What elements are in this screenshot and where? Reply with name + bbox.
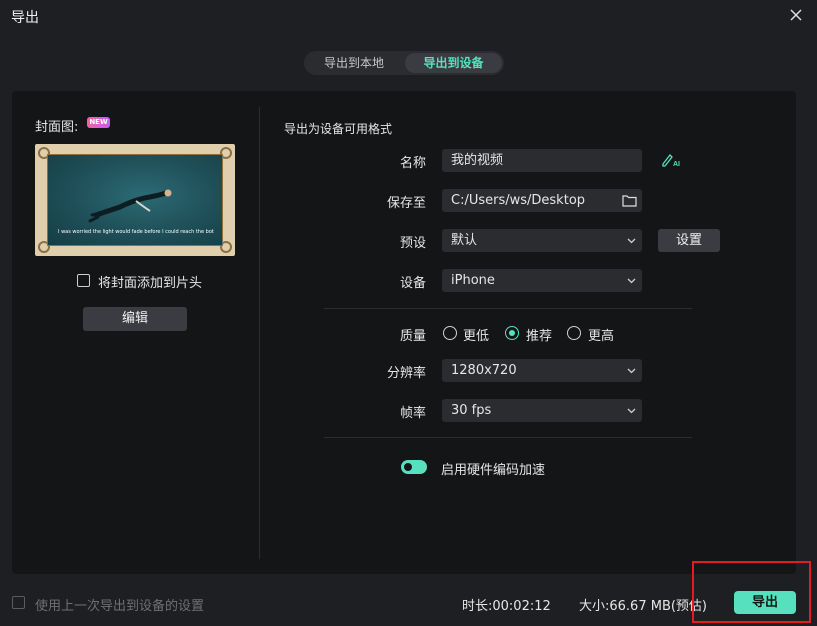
chevron-down-icon	[627, 238, 636, 244]
device-select[interactable]: iPhone	[442, 269, 642, 292]
save-path-input[interactable]: C:/Users/ws/Desktop	[442, 189, 642, 212]
quality-higher-radio[interactable]	[567, 326, 581, 340]
diver-image	[88, 189, 172, 223]
divider	[324, 437, 692, 438]
save-path-value: C:/Users/ws/Desktop	[451, 193, 586, 208]
preset-value: 默认	[451, 233, 478, 248]
name-label: 名称	[399, 156, 426, 171]
quality-lower-radio[interactable]	[443, 326, 457, 340]
chevron-down-icon	[627, 368, 636, 374]
preset-label: 预设	[399, 236, 426, 251]
edit-cover-button[interactable]: 编辑	[83, 307, 187, 331]
new-badge: NEW	[87, 117, 110, 128]
resolution-select[interactable]: 1280x720	[442, 359, 642, 382]
hardware-accel-label[interactable]: 启用硬件编码加速	[441, 459, 545, 478]
preset-select[interactable]: 默认	[442, 229, 642, 252]
cover-thumbnail[interactable]: I was worried the light would fade befor…	[35, 144, 235, 256]
thumbnail-video-frame: I was worried the light would fade befor…	[47, 154, 223, 246]
ai-pen-icon[interactable]: AI	[661, 152, 681, 168]
quality-recommended-label[interactable]: 推荐	[526, 325, 552, 344]
add-cover-checkbox[interactable]	[77, 274, 90, 287]
frame-rate-value: 30 fps	[451, 403, 492, 418]
divider	[324, 308, 692, 309]
hardware-accel-toggle[interactable]	[401, 460, 427, 474]
highlight-box	[692, 561, 811, 623]
window-title: 导出	[11, 10, 39, 26]
quality-label: 质量	[399, 329, 426, 344]
svg-text:AI: AI	[673, 161, 680, 168]
quality-recommended-radio[interactable]	[505, 326, 519, 340]
quality-higher-label[interactable]: 更高	[588, 325, 614, 344]
chevron-down-icon	[627, 408, 636, 414]
export-target-tabs: 导出到本地 导出到设备	[304, 51, 504, 75]
device-value: iPhone	[451, 273, 495, 288]
quality-lower-label[interactable]: 更低	[463, 325, 489, 344]
device-label: 设备	[399, 276, 426, 291]
resolution-label: 分辨率	[386, 366, 426, 381]
frame-rate-label: 帧率	[399, 406, 426, 421]
chevron-down-icon	[627, 278, 636, 284]
name-input[interactable]: 我的视频	[442, 149, 642, 172]
section-title: 导出为设备可用格式	[284, 122, 393, 136]
add-cover-label[interactable]: 将封面添加到片头	[98, 272, 202, 291]
preset-settings-button[interactable]: 设置	[658, 229, 720, 252]
save-to-label: 保存至	[386, 196, 426, 211]
use-last-settings-checkbox[interactable]	[12, 596, 25, 609]
size-text: 大小:66.67 MB(预估)	[579, 599, 708, 614]
column-divider	[259, 107, 260, 559]
close-icon[interactable]	[787, 6, 805, 24]
frame-rate-select[interactable]: 30 fps	[442, 399, 642, 422]
folder-icon[interactable]	[622, 194, 637, 207]
tab-export-device[interactable]: 导出到设备	[405, 53, 502, 73]
use-last-settings-label[interactable]: 使用上一次导出到设备的设置	[35, 595, 204, 614]
resolution-value: 1280x720	[451, 363, 517, 378]
tab-export-local[interactable]: 导出到本地	[306, 53, 402, 73]
cover-label: 封面图:	[35, 120, 79, 135]
duration-text: 时长:00:02:12	[462, 599, 551, 614]
thumbnail-caption: I was worried the light would fade befor…	[58, 229, 214, 235]
